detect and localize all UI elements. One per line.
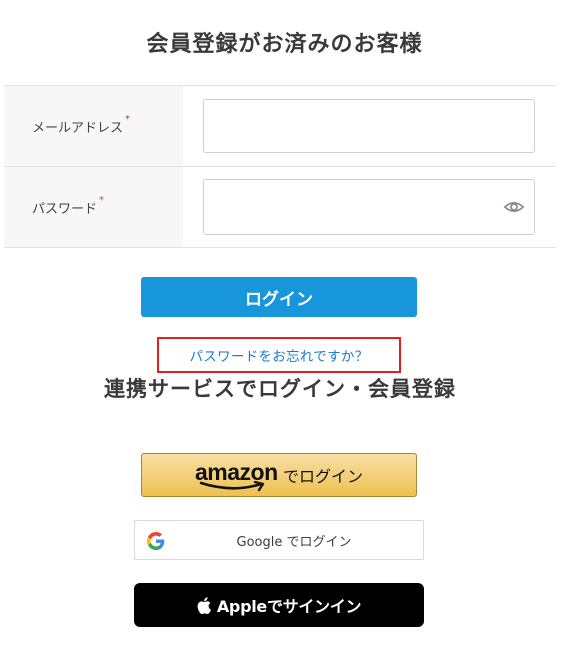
amazon-logo: amazon bbox=[195, 457, 279, 493]
apple-signin-button[interactable]: Appleでサインイン bbox=[134, 583, 424, 627]
password-label: パスワード bbox=[32, 201, 98, 217]
eye-icon[interactable] bbox=[503, 197, 525, 217]
required-mark: * bbox=[99, 194, 105, 206]
amazon-login-label: でログイン bbox=[282, 467, 363, 486]
login-button[interactable]: ログイン bbox=[141, 277, 417, 317]
social-login-title: 連携サービスでログイン・会員登録 bbox=[104, 377, 456, 401]
amazon-smile-icon bbox=[199, 481, 265, 492]
required-mark: * bbox=[125, 113, 131, 125]
forgot-password-highlight: パスワードをお忘れですか？ bbox=[157, 337, 401, 373]
password-label-cell: パスワード * bbox=[4, 167, 183, 247]
google-login-label: Google でログイン bbox=[236, 534, 352, 550]
password-wrapper bbox=[203, 179, 535, 235]
forgot-password-link[interactable]: パスワードをお忘れですか？ bbox=[190, 345, 369, 365]
page-title: 会員登録がお済みのお客様 bbox=[146, 32, 423, 57]
amazon-login-button[interactable]: amazon でログイン bbox=[141, 453, 417, 497]
email-input-cell bbox=[183, 86, 556, 166]
email-field[interactable] bbox=[203, 99, 535, 153]
email-row: メールアドレス * bbox=[4, 86, 556, 167]
google-login-button[interactable]: Google でログイン bbox=[134, 520, 424, 560]
password-row: パスワード * bbox=[4, 167, 556, 248]
apple-signin-label: Appleでサインイン bbox=[216, 597, 362, 616]
password-input-cell bbox=[183, 167, 556, 247]
password-field[interactable] bbox=[203, 179, 535, 235]
email-label-cell: メールアドレス * bbox=[4, 86, 183, 166]
email-label: メールアドレス bbox=[32, 120, 124, 136]
apple-icon bbox=[197, 596, 211, 614]
login-form: メールアドレス * パスワード * bbox=[4, 85, 556, 248]
